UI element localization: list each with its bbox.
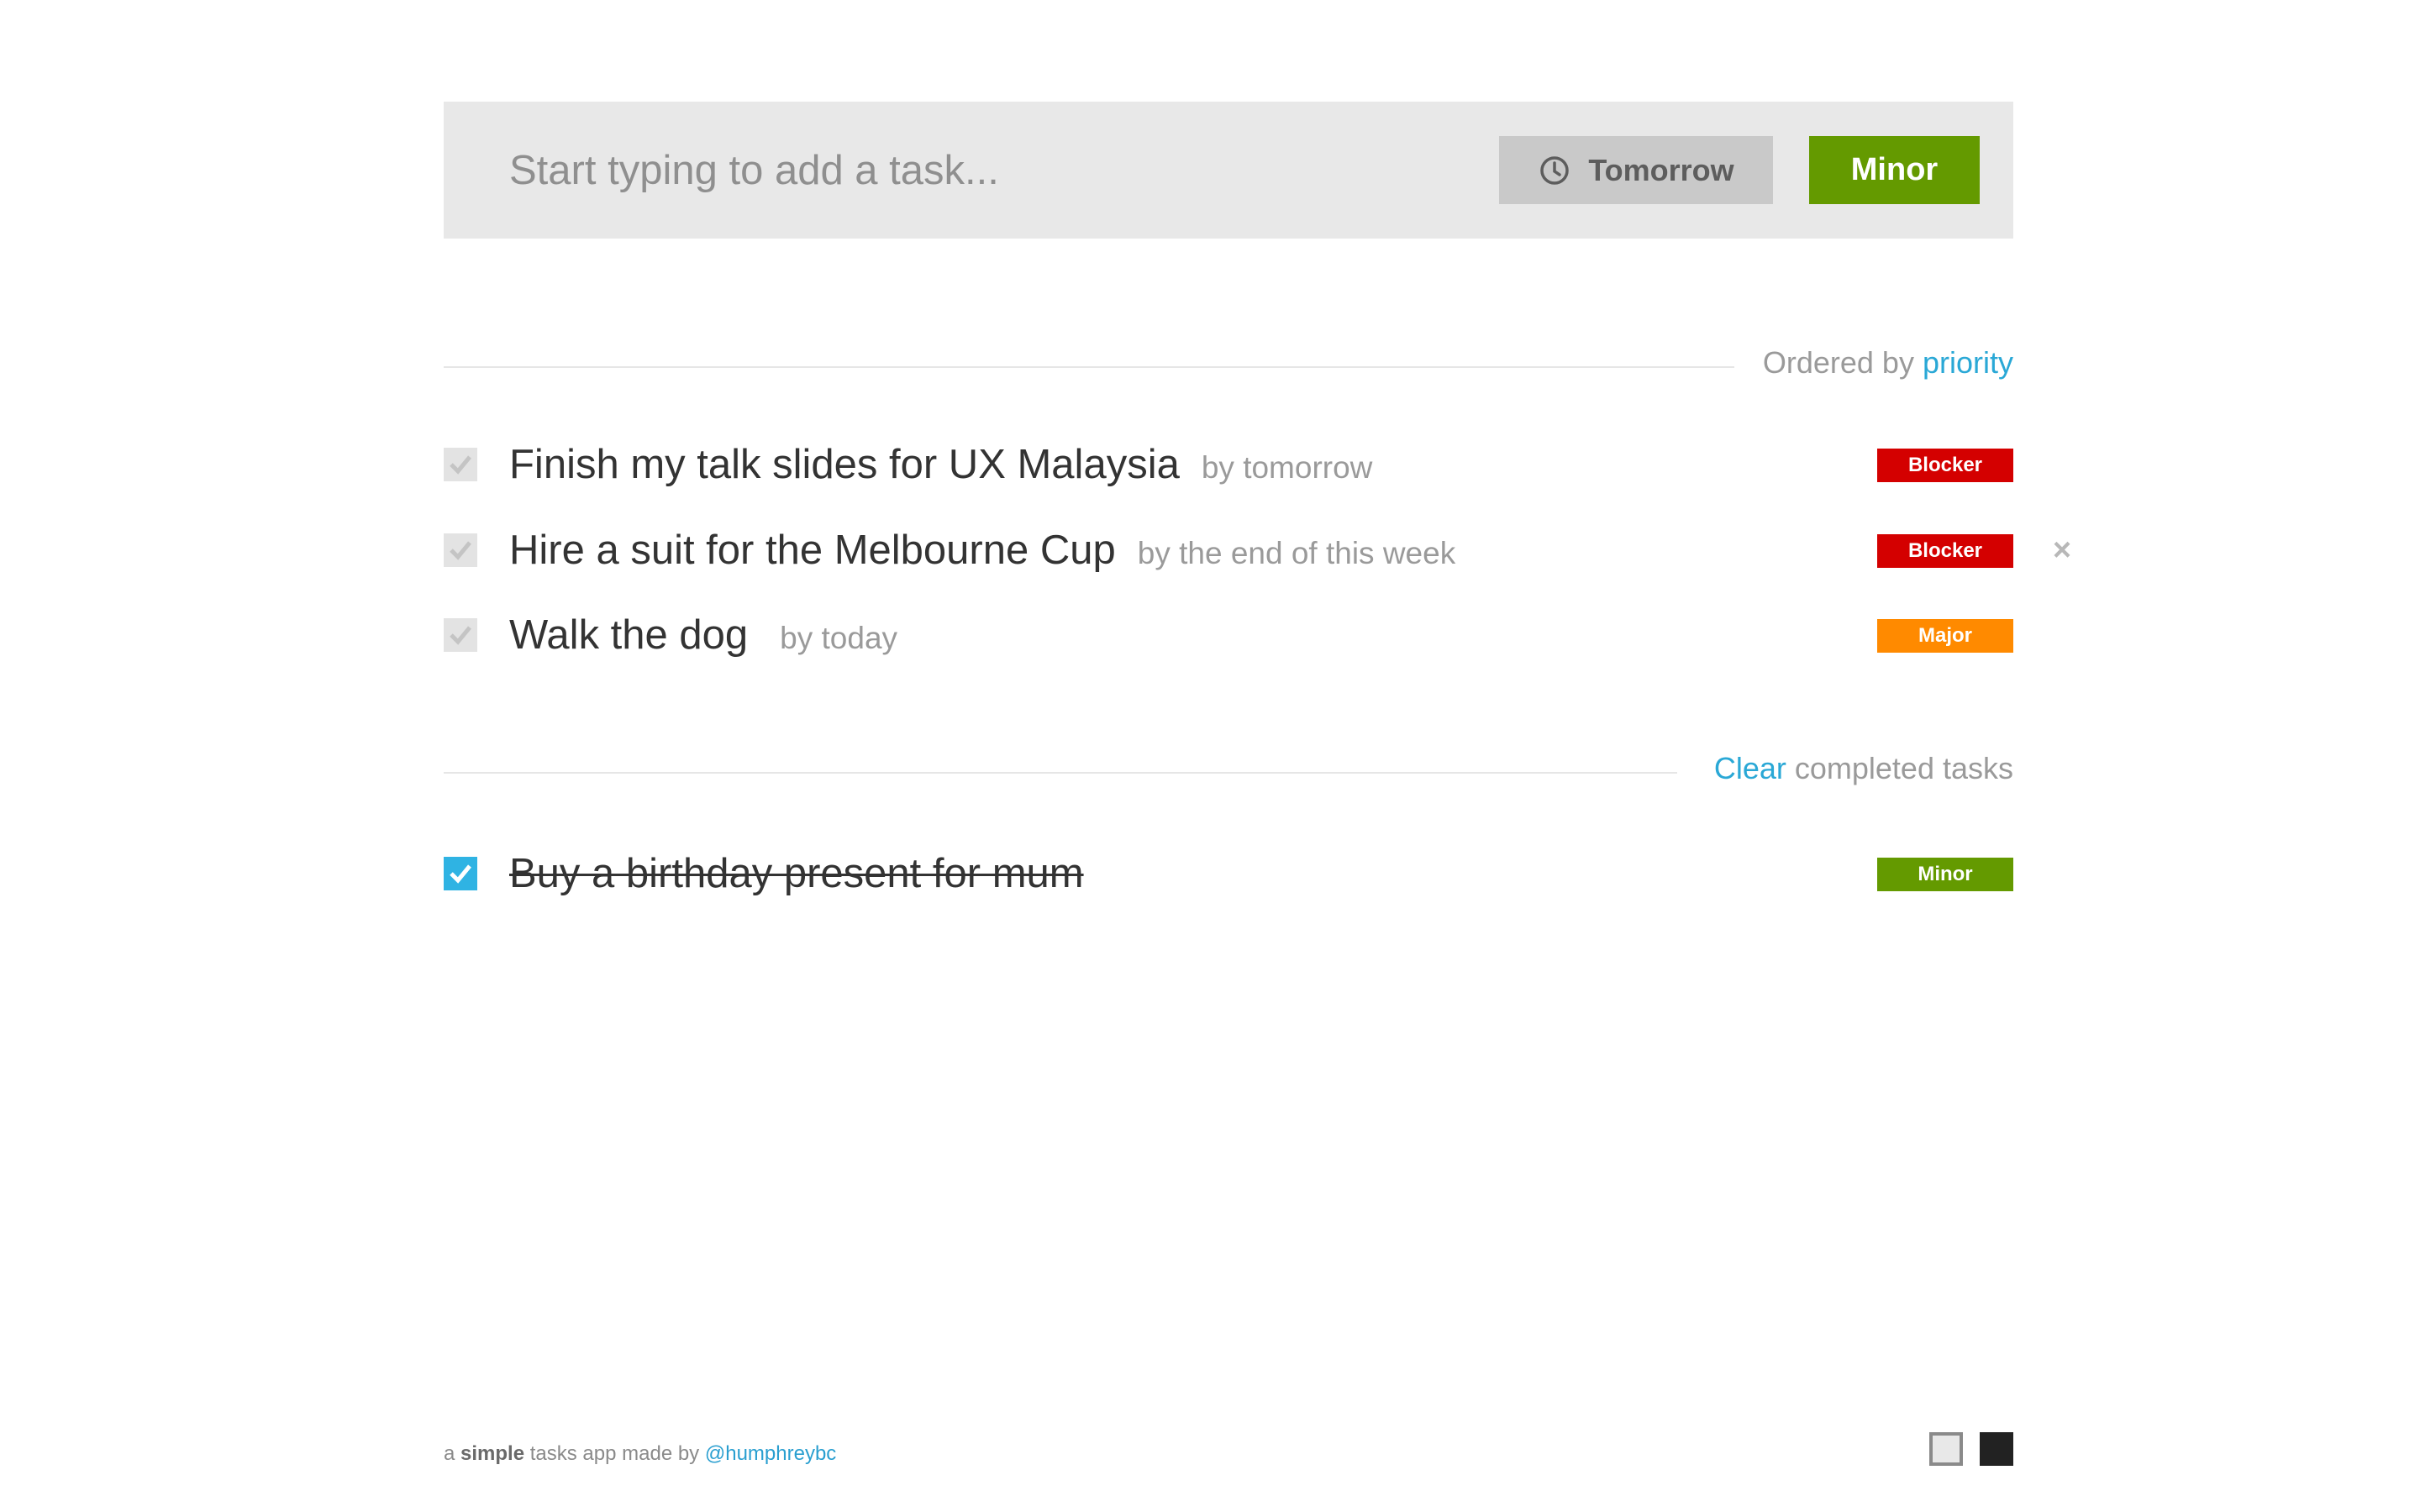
active-section-divider — [444, 366, 1734, 368]
sort-priority-link[interactable]: priority — [1923, 345, 2013, 380]
task-title[interactable]: Finish my talk slides for UX Malaysia by … — [509, 431, 1372, 498]
author-link[interactable]: @humphreybc — [705, 1442, 836, 1465]
task-due: by tomorrow — [1201, 450, 1373, 485]
dark-theme-swatch[interactable] — [1980, 1432, 2013, 1466]
due-date-button[interactable]: Tomorrow — [1499, 136, 1773, 204]
task-due: by the end of this week — [1137, 536, 1456, 570]
sort-order-label: Ordered by priority — [1763, 345, 2013, 381]
footer-credit: a simple tasks app made by @humphreybc — [444, 1442, 836, 1466]
task-checkbox-checked[interactable] — [444, 857, 477, 890]
check-icon — [450, 455, 471, 475]
completed-tasks-label: completed tasks — [1794, 751, 2013, 785]
task-item: Walk the dog by today Major — [444, 601, 2013, 669]
footer-prefix: a — [444, 1442, 455, 1465]
light-theme-swatch[interactable] — [1929, 1432, 1963, 1466]
clear-completed-link[interactable]: Clear — [1714, 751, 1786, 785]
footer-bold: simple — [460, 1442, 525, 1465]
priority-badge[interactable]: Major — [1877, 619, 2013, 653]
priority-badge[interactable]: Blocker — [1877, 534, 2013, 568]
task-title-text: Finish my talk slides for UX Malaysia — [509, 442, 1180, 487]
delete-task-icon[interactable]: × — [2045, 533, 2079, 568]
check-icon — [450, 541, 471, 560]
new-task-input[interactable] — [444, 102, 1452, 239]
task-title[interactable]: Walk the dog by today — [509, 601, 897, 669]
task-title-text: Walk the dog — [509, 612, 749, 658]
priority-badge[interactable]: Minor — [1877, 858, 2013, 891]
task-title[interactable]: Hire a suit for the Melbourne Cup by the … — [509, 517, 1455, 584]
check-icon — [450, 864, 471, 884]
completed-section-divider — [444, 772, 1677, 774]
completed-task-title[interactable]: Buy a birthday present for mum — [509, 840, 1084, 907]
clock-icon — [1538, 154, 1571, 187]
task-due: by today — [780, 621, 898, 655]
sort-order-prefix: Ordered by — [1762, 345, 1914, 380]
task-item: Hire a suit for the Melbourne Cup by the … — [444, 517, 2091, 584]
task-title-text: Hire a suit for the Melbourne Cup — [509, 528, 1116, 573]
add-task-bar: Tomorrow Minor — [444, 102, 2013, 239]
priority-button[interactable]: Minor — [1809, 136, 1980, 204]
task-checkbox[interactable] — [444, 448, 477, 481]
task-item: Finish my talk slides for UX Malaysia by … — [444, 431, 2013, 498]
footer-middle: tasks app made by — [529, 1442, 700, 1465]
tasks-app: Tomorrow Minor Ordered by priority Finis… — [444, 0, 2071, 1512]
task-checkbox[interactable] — [444, 533, 477, 567]
due-date-label: Tomorrow — [1588, 152, 1734, 187]
completed-header: Clear completed tasks — [1714, 751, 2013, 786]
check-icon — [450, 626, 471, 645]
task-checkbox[interactable] — [444, 618, 477, 652]
completed-task-item: Buy a birthday present for mum Minor — [444, 840, 2013, 907]
priority-badge[interactable]: Blocker — [1877, 449, 2013, 482]
